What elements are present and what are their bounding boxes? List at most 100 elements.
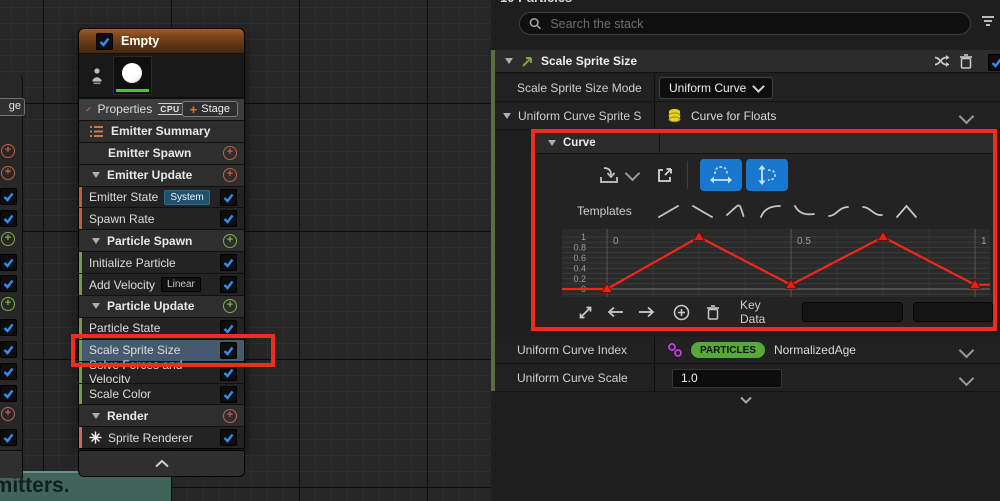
- import-curve-icon[interactable]: [597, 163, 621, 187]
- expand-icon[interactable]: [578, 305, 593, 320]
- stack-row-render[interactable]: Render+: [79, 404, 244, 426]
- open-external-icon[interactable]: [656, 167, 673, 184]
- chevron-down-icon[interactable]: [959, 343, 975, 359]
- module-enabled-checkbox[interactable]: [0, 363, 17, 380]
- clipped-stage-button[interactable]: ge: [0, 98, 25, 116]
- linear-fall-icon[interactable]: [690, 202, 715, 220]
- stack-row-sprite-renderer[interactable]: Sprite Renderer: [79, 426, 244, 448]
- module-enabled-checkbox[interactable]: [0, 188, 17, 205]
- collapse-triangle-icon[interactable]: [503, 113, 511, 119]
- trash-icon[interactable]: [959, 54, 973, 69]
- svg-text:0.2: 0.2: [573, 274, 586, 284]
- namespace-badge: PARTICLES: [691, 342, 765, 358]
- collapse-triangle-icon[interactable]: [505, 58, 513, 64]
- add-module-button[interactable]: +: [223, 234, 237, 248]
- key-value-input[interactable]: [913, 302, 993, 322]
- smooth-fall-icon[interactable]: [860, 202, 885, 220]
- curve-section-header[interactable]: Curve: [535, 133, 993, 154]
- stack-row-emitter-state[interactable]: Emitter StateSystem: [79, 186, 244, 208]
- mode-dropdown[interactable]: Uniform Curve: [659, 77, 773, 99]
- emitter-title: Empty: [121, 34, 159, 48]
- fit-horizontal-button[interactable]: [700, 159, 742, 191]
- stack-row-particle-state[interactable]: Particle State: [79, 317, 244, 339]
- collapse-triangle-icon[interactable]: [548, 140, 556, 146]
- module-enabled-checkbox[interactable]: [220, 210, 237, 227]
- add-module-button[interactable]: +: [1, 144, 15, 158]
- stack-row-particle-update[interactable]: Particle Update+: [79, 295, 244, 317]
- collapse-triangle-icon[interactable]: [92, 303, 100, 309]
- stack-row-add-velocity[interactable]: Add VelocityLinear: [79, 273, 244, 295]
- smooth-rise-icon[interactable]: [826, 202, 851, 220]
- emitter-node-header[interactable]: Empty: [79, 29, 244, 54]
- clipped-emitter-node[interactable]: ge + + + + +: [0, 75, 23, 478]
- key-data-label: Key Data: [740, 298, 785, 326]
- module-enabled-checkbox[interactable]: [0, 319, 17, 336]
- module-header-scale-sprite-size[interactable]: Scale Sprite Size: [495, 50, 1000, 73]
- next-key-icon[interactable]: [638, 306, 655, 318]
- add-module-button[interactable]: +: [223, 409, 237, 423]
- stack-row-scale-color[interactable]: Scale Color: [79, 383, 244, 405]
- stack-search-bar[interactable]: [519, 12, 971, 35]
- module-enabled-checkbox[interactable]: [0, 210, 17, 227]
- module-enabled-checkbox[interactable]: [220, 320, 237, 337]
- filter-icon[interactable]: [981, 15, 995, 27]
- clipped-node-footer[interactable]: [0, 450, 22, 478]
- emitter-node-collapse-footer[interactable]: [78, 450, 245, 477]
- add-module-button[interactable]: +: [1, 232, 15, 246]
- fit-vertical-button[interactable]: [746, 159, 788, 191]
- stack-row-particle-spawn[interactable]: Particle Spawn+: [79, 229, 244, 251]
- module-enabled-checkbox[interactable]: [0, 385, 17, 402]
- ease-out-icon[interactable]: [758, 202, 783, 220]
- stack-row-initialize-particle[interactable]: Initialize Particle: [79, 251, 244, 273]
- ramp-drop-icon[interactable]: [724, 202, 749, 220]
- stack-row-emitter-summary[interactable]: Emitter Summary: [79, 120, 244, 142]
- shuffle-icon[interactable]: [934, 54, 950, 68]
- curve-graph[interactable]: 10.80.60.40.2000.51: [562, 229, 990, 297]
- module-enabled-checkbox[interactable]: [220, 276, 237, 293]
- prev-key-icon[interactable]: [607, 306, 624, 318]
- module-enabled-checkbox[interactable]: [220, 429, 237, 446]
- stack-row-emitter-update[interactable]: Emitter Update+: [79, 164, 244, 186]
- stack-row-spawn-rate[interactable]: Spawn Rate: [79, 207, 244, 229]
- stack-row-properties[interactable]: Properties CPU + Stage: [79, 98, 244, 120]
- expand-more-chevron[interactable]: [739, 396, 753, 404]
- add-key-icon[interactable]: [673, 304, 690, 321]
- add-module-button[interactable]: +: [1, 166, 15, 180]
- add-module-button[interactable]: +: [223, 146, 237, 160]
- collapse-triangle-icon[interactable]: [92, 238, 100, 244]
- svg-text:0: 0: [613, 236, 619, 247]
- add-module-button[interactable]: +: [1, 407, 15, 421]
- module-enabled-checkbox[interactable]: [220, 364, 237, 381]
- module-enabled-checkbox[interactable]: [988, 54, 1000, 71]
- peak-icon[interactable]: [894, 202, 919, 220]
- module-enabled-checkbox[interactable]: [0, 429, 17, 446]
- module-enabled-checkbox[interactable]: [0, 254, 17, 271]
- add-module-button[interactable]: +: [223, 168, 237, 182]
- module-enabled-checkbox[interactable]: [220, 189, 237, 206]
- collapse-triangle-icon[interactable]: [92, 413, 100, 419]
- decay-icon[interactable]: [792, 202, 817, 220]
- add-module-button[interactable]: +: [1, 297, 15, 311]
- delete-key-icon[interactable]: [706, 305, 720, 320]
- emitter-node-empty[interactable]: Empty Properties CPU + Stage Emitter Sum…: [78, 28, 245, 449]
- person-icon: [90, 67, 104, 85]
- linear-rise-icon[interactable]: [656, 202, 681, 220]
- module-enabled-checkbox[interactable]: [220, 254, 237, 271]
- module-enabled-checkbox[interactable]: [220, 342, 237, 359]
- module-enabled-checkbox[interactable]: [0, 341, 17, 358]
- key-time-input[interactable]: [802, 302, 903, 322]
- emitter-enabled-checkbox[interactable]: [96, 33, 113, 50]
- add-module-button[interactable]: +: [223, 299, 237, 313]
- chevron-down-icon[interactable]: [959, 371, 975, 387]
- module-enabled-checkbox[interactable]: [220, 386, 237, 403]
- chevron-down-icon[interactable]: [959, 109, 975, 125]
- stack-row-solve-forces-and-velocity[interactable]: Solve Forces and Velocity: [79, 361, 244, 383]
- chevron-down-icon[interactable]: [625, 165, 641, 181]
- add-stage-button[interactable]: + Stage: [182, 101, 238, 117]
- search-input[interactable]: [548, 16, 970, 32]
- stack-row-emitter-spawn[interactable]: Emitter Spawn+: [79, 142, 244, 164]
- collapse-triangle-icon[interactable]: [92, 172, 100, 178]
- module-enabled-checkbox[interactable]: [0, 275, 17, 292]
- scale-value-input[interactable]: 1.0: [672, 369, 782, 388]
- emitter-thumbnail[interactable]: [113, 56, 152, 95]
